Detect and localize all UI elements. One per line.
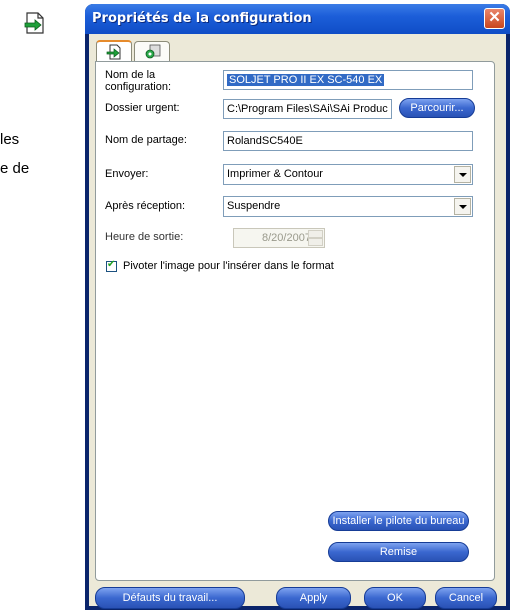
output-time-label: Heure de sortie: — [105, 231, 184, 243]
tab-export[interactable] — [96, 40, 132, 62]
config-name-input[interactable]: SOLJET PRO II EX SC-540 EX — [223, 70, 473, 90]
configuration-properties-dialog: Propriétés de la configuration ✕ Nom de … — [85, 4, 510, 610]
share-name-label: Nom de partage: — [105, 134, 187, 146]
job-defaults-button[interactable]: Défauts du travail... — [95, 587, 245, 609]
send-dropdown[interactable]: Imprimer & Contour — [223, 164, 473, 185]
ok-button[interactable]: OK — [364, 587, 426, 609]
reset-button[interactable]: Remise — [328, 542, 469, 562]
urgent-folder-input[interactable]: C:\Program Files\SAi\SAi Produc — [223, 99, 392, 119]
dialog-client-area: Nom de la configuration: SOLJET PRO II E… — [89, 34, 506, 609]
config-name-label: Nom de la configuration: — [105, 69, 172, 93]
cancel-button[interactable]: Cancel — [435, 587, 497, 609]
share-name-input[interactable]: RolandSC540E — [223, 131, 473, 151]
after-receive-selected-value: Suspendre — [227, 200, 281, 212]
install-driver-button[interactable]: Installer le pilote du bureau — [328, 511, 469, 531]
background-text-line-1: les — [0, 131, 20, 148]
background-text-line-2: e de — [0, 160, 30, 177]
title-bar[interactable]: Propriétés de la configuration ✕ — [85, 4, 510, 34]
chevron-down-icon[interactable] — [454, 198, 471, 215]
send-label: Envoyer: — [105, 168, 149, 180]
rotate-image-label: Pivoter l'image pour l'insérer dans le f… — [123, 260, 334, 272]
tab-settings[interactable] — [134, 41, 170, 61]
apply-button[interactable]: Apply — [276, 587, 351, 609]
after-receive-dropdown[interactable]: Suspendre — [223, 196, 473, 217]
output-time-spinner: 8/20/2007 — [233, 228, 325, 248]
browse-button[interactable]: Parcourir... — [399, 98, 475, 118]
dialog-title: Propriétés de la configuration — [92, 11, 312, 26]
spinner-arrows-icon — [308, 230, 323, 246]
close-button[interactable]: ✕ — [484, 8, 505, 29]
after-receive-label: Après réception: — [105, 200, 186, 212]
urgent-folder-label: Dossier urgent: — [105, 102, 180, 114]
output-time-value: 8/20/2007 — [262, 232, 311, 244]
export-document-icon — [22, 10, 48, 36]
send-selected-value: Imprimer & Contour — [227, 168, 323, 180]
rotate-image-checkbox[interactable] — [106, 259, 117, 272]
properties-panel: Nom de la configuration: SOLJET PRO II E… — [95, 61, 495, 581]
chevron-down-icon[interactable] — [454, 166, 471, 183]
